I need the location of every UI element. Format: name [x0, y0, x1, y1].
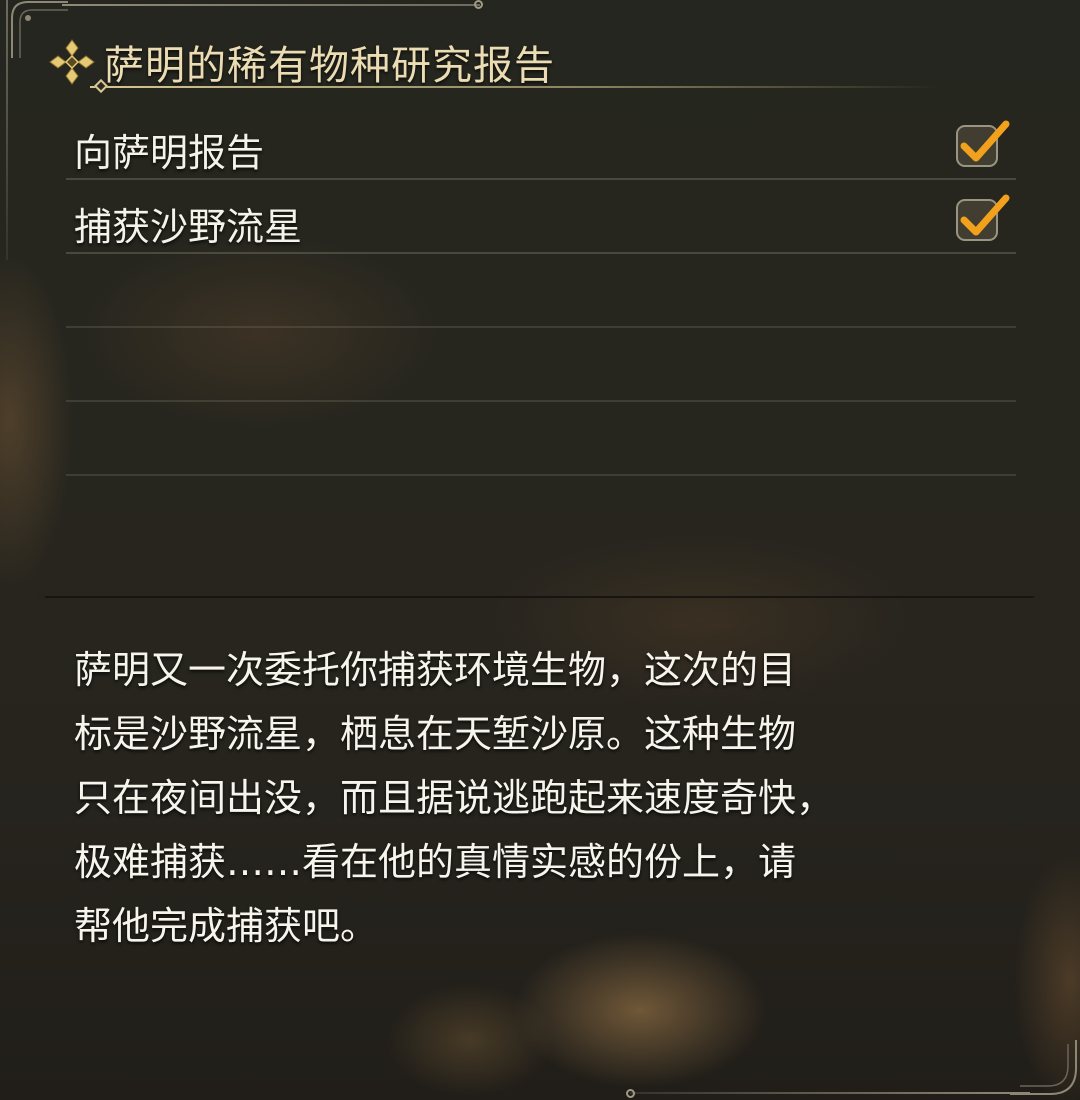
objective-row: 向萨明报告 — [66, 108, 1016, 180]
title-underline — [90, 86, 940, 88]
frame-left-border — [6, 0, 8, 260]
section-divider — [44, 596, 1036, 598]
frame-bottom-node — [626, 1089, 635, 1098]
objective-list: 向萨明报告 捕获沙野流星 — [66, 108, 1016, 476]
divider-end-right — [1034, 593, 1041, 600]
objective-label: 捕获沙野流星 — [74, 205, 303, 249]
quest-description: 萨明又一次委托你捕获环境生物，这次的目 标是沙野流星，栖息在天堑沙原。这种生物 … — [74, 648, 835, 948]
empty-objective-slot — [66, 402, 1016, 476]
frame-top-border — [62, 4, 480, 6]
frame-bottom-right-ornament — [1010, 1040, 1077, 1095]
quest-title-row: 萨明的稀有物种研究报告 — [46, 34, 555, 90]
empty-objective-slot — [66, 254, 1016, 328]
ornament-diamond-icon — [49, 39, 95, 85]
quest-title: 萨明的稀有物种研究报告 — [104, 43, 555, 89]
objective-label: 向萨明报告 — [74, 131, 265, 175]
quest-screen: 萨明的稀有物种研究报告 向萨明报告 捕获沙野流星 萨明又一次委托你捕获环境生物，… — [0, 0, 1080, 1100]
checkmark-icon — [956, 120, 1010, 167]
empty-objective-slot — [66, 328, 1016, 402]
frame-bottom-border — [630, 1092, 1030, 1094]
objective-row: 捕获沙野流星 — [66, 182, 1016, 254]
frame-top-node — [474, 0, 483, 9]
checkmark-icon — [956, 194, 1010, 241]
divider-end-left — [38, 593, 45, 600]
